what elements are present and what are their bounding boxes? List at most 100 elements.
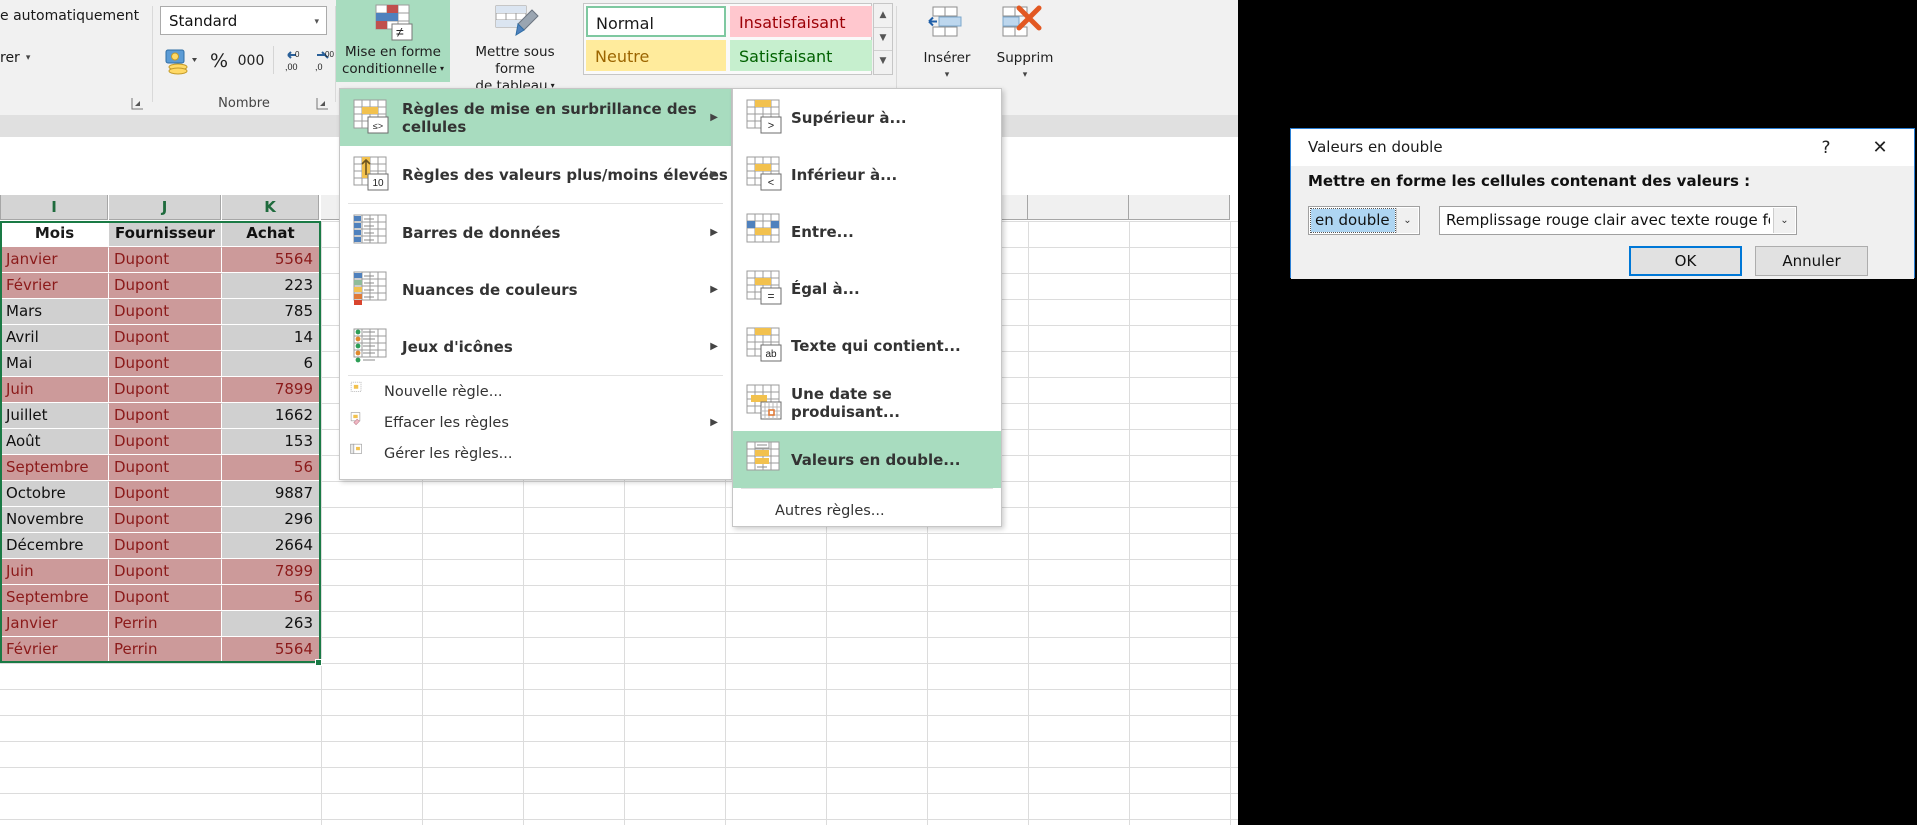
- cf-menu-item-4[interactable]: Jeux d'icônes ▶: [340, 318, 731, 375]
- cell-mois-15[interactable]: Février: [1, 637, 108, 662]
- chevron-down-icon[interactable]: ▾: [911, 70, 983, 80]
- insert-cells-button[interactable]: Insérer ▾: [911, 2, 983, 94]
- cell-achat-10[interactable]: 296: [222, 507, 319, 532]
- submenu-item-6[interactable]: Valeurs en double...: [733, 431, 1001, 488]
- decrease-decimal-icon[interactable]: 00 ,0: [310, 46, 338, 76]
- cell-achat-15[interactable]: 5564: [222, 637, 319, 662]
- highlight-cells-rules-submenu[interactable]: > Supérieur à... < Inférieur à... Entre.…: [732, 88, 1002, 527]
- cell-achat-2[interactable]: 785: [222, 299, 319, 324]
- table-header-mois[interactable]: Mois: [1, 221, 108, 246]
- submenu-item-0[interactable]: > Supérieur à...: [733, 89, 1001, 146]
- cf-menu-small-item-1[interactable]: Effacer les règles ▶: [340, 407, 731, 438]
- cell-achat-14[interactable]: 263: [222, 611, 319, 636]
- percent-format-button[interactable]: %: [207, 46, 231, 76]
- cell-achat-0[interactable]: 5564: [222, 247, 319, 272]
- table-header-achat[interactable]: Achat: [222, 221, 319, 246]
- cell-fournisseur-15[interactable]: Perrin: [109, 637, 221, 662]
- ok-button[interactable]: OK: [1629, 246, 1742, 276]
- duplicate-type-select[interactable]: en double ⌄: [1308, 206, 1420, 235]
- cell-achat-11[interactable]: 2664: [222, 533, 319, 558]
- cell-achat-9[interactable]: 9887: [222, 481, 319, 506]
- cell-achat-1[interactable]: 223: [222, 273, 319, 298]
- close-icon[interactable]: ✕: [1858, 134, 1902, 162]
- cell-fournisseur-13[interactable]: Dupont: [109, 585, 221, 610]
- cell-fournisseur-2[interactable]: Dupont: [109, 299, 221, 324]
- cell-mois-6[interactable]: Juillet: [1, 403, 108, 428]
- scroll-more-icon[interactable]: ▼: [874, 50, 892, 73]
- cell-style-normal[interactable]: Normal: [586, 6, 726, 37]
- cell-fournisseur-8[interactable]: Dupont: [109, 455, 221, 480]
- delete-cells-button[interactable]: Supprim ▾: [989, 2, 1061, 94]
- cell-style-insatisfaisant[interactable]: Insatisfaisant: [730, 6, 872, 37]
- cell-achat-12[interactable]: 7899: [222, 559, 319, 584]
- cell-mois-5[interactable]: Juin: [1, 377, 108, 402]
- scroll-down-icon[interactable]: ▼: [874, 27, 892, 51]
- wrap-text-label[interactable]: e automatiquement: [0, 8, 139, 24]
- cf-menu-item-0[interactable]: ≤> Règles de mise en surbrillance des ce…: [340, 89, 731, 146]
- cell-mois-7[interactable]: Août: [1, 429, 108, 454]
- chevron-down-icon[interactable]: ⌄: [1773, 208, 1795, 233]
- column-header-J[interactable]: J: [109, 195, 221, 220]
- table-header-fournisseur[interactable]: Fournisseur: [109, 221, 221, 246]
- cell-mois-10[interactable]: Novembre: [1, 507, 108, 532]
- cell-mois-12[interactable]: Juin: [1, 559, 108, 584]
- cf-menu-item-3[interactable]: Nuances de couleurs ▶: [340, 261, 731, 318]
- cell-fournisseur-5[interactable]: Dupont: [109, 377, 221, 402]
- cell-styles-scrollbar[interactable]: ▲ ▼ ▼: [873, 3, 893, 75]
- submenu-item-2[interactable]: Entre...: [733, 203, 1001, 260]
- submenu-item-1[interactable]: < Inférieur à...: [733, 146, 1001, 203]
- cell-mois-14[interactable]: Janvier: [1, 611, 108, 636]
- cell-mois-13[interactable]: Septembre: [1, 585, 108, 610]
- cell-achat-5[interactable]: 7899: [222, 377, 319, 402]
- column-header-extra-8[interactable]: [1129, 195, 1230, 220]
- cell-fournisseur-14[interactable]: Perrin: [109, 611, 221, 636]
- cell-fournisseur-4[interactable]: Dupont: [109, 351, 221, 376]
- chevron-down-icon[interactable]: ⌄: [1396, 208, 1418, 233]
- cell-mois-2[interactable]: Mars: [1, 299, 108, 324]
- merge-cells-button[interactable]: rer ▾: [0, 50, 30, 66]
- column-header-extra-7[interactable]: [1028, 195, 1129, 220]
- submenu-item-5[interactable]: Une date se produisant...: [733, 374, 1001, 431]
- cf-menu-item-2[interactable]: Barres de données ▶: [340, 204, 731, 261]
- accounting-format-button[interactable]: [163, 46, 201, 76]
- cell-fournisseur-3[interactable]: Dupont: [109, 325, 221, 350]
- cell-fournisseur-1[interactable]: Dupont: [109, 273, 221, 298]
- cell-fournisseur-0[interactable]: Dupont: [109, 247, 221, 272]
- cell-mois-1[interactable]: Février: [1, 273, 108, 298]
- cell-mois-4[interactable]: Mai: [1, 351, 108, 376]
- cf-menu-small-item-2[interactable]: Gérer les règles...: [340, 438, 731, 469]
- submenu-item-4[interactable]: ab Texte qui contient...: [733, 317, 1001, 374]
- cell-achat-6[interactable]: 1662: [222, 403, 319, 428]
- number-format-combo[interactable]: Standard ▾: [160, 6, 327, 35]
- submenu-item-3[interactable]: = Égal à...: [733, 260, 1001, 317]
- format-style-select[interactable]: Remplissage rouge clair avec texte rouge…: [1439, 206, 1797, 235]
- cell-achat-3[interactable]: 14: [222, 325, 319, 350]
- cell-achat-7[interactable]: 153: [222, 429, 319, 454]
- cell-fournisseur-10[interactable]: Dupont: [109, 507, 221, 532]
- conditional-formatting-menu[interactable]: ≤> Règles de mise en surbrillance des ce…: [339, 88, 732, 480]
- cf-menu-item-1[interactable]: 10 Règles des valeurs plus/moins élevées…: [340, 146, 731, 203]
- cell-fournisseur-11[interactable]: Dupont: [109, 533, 221, 558]
- help-icon[interactable]: ?: [1808, 134, 1844, 162]
- cell-achat-8[interactable]: 56: [222, 455, 319, 480]
- column-header-I[interactable]: I: [1, 195, 108, 220]
- cell-fournisseur-7[interactable]: Dupont: [109, 429, 221, 454]
- format-as-table-button[interactable]: Mettre sous forme de tableau ▾: [454, 0, 576, 94]
- cell-fournisseur-6[interactable]: Dupont: [109, 403, 221, 428]
- cell-mois-8[interactable]: Septembre: [1, 455, 108, 480]
- number-dialog-launcher[interactable]: [316, 97, 329, 110]
- cell-achat-4[interactable]: 6: [222, 351, 319, 376]
- alignment-dialog-launcher[interactable]: [131, 97, 144, 110]
- cf-menu-small-item-0[interactable]: Nouvelle règle...: [340, 376, 731, 407]
- cell-fournisseur-9[interactable]: Dupont: [109, 481, 221, 506]
- submenu-item-other-rules[interactable]: Autres règles...: [733, 489, 1001, 533]
- conditional-formatting-button[interactable]: ≠ Mise en forme conditionnelle ▾: [336, 0, 450, 82]
- column-header-K[interactable]: K: [222, 195, 319, 220]
- scroll-up-icon[interactable]: ▲: [874, 4, 892, 28]
- cell-mois-11[interactable]: Décembre: [1, 533, 108, 558]
- cell-mois-0[interactable]: Janvier: [1, 247, 108, 272]
- increase-decimal-icon[interactable]: 0 ,00: [280, 46, 308, 76]
- cancel-button[interactable]: Annuler: [1755, 246, 1868, 276]
- chevron-down-icon[interactable]: ▾: [989, 70, 1061, 80]
- cell-mois-3[interactable]: Avril: [1, 325, 108, 350]
